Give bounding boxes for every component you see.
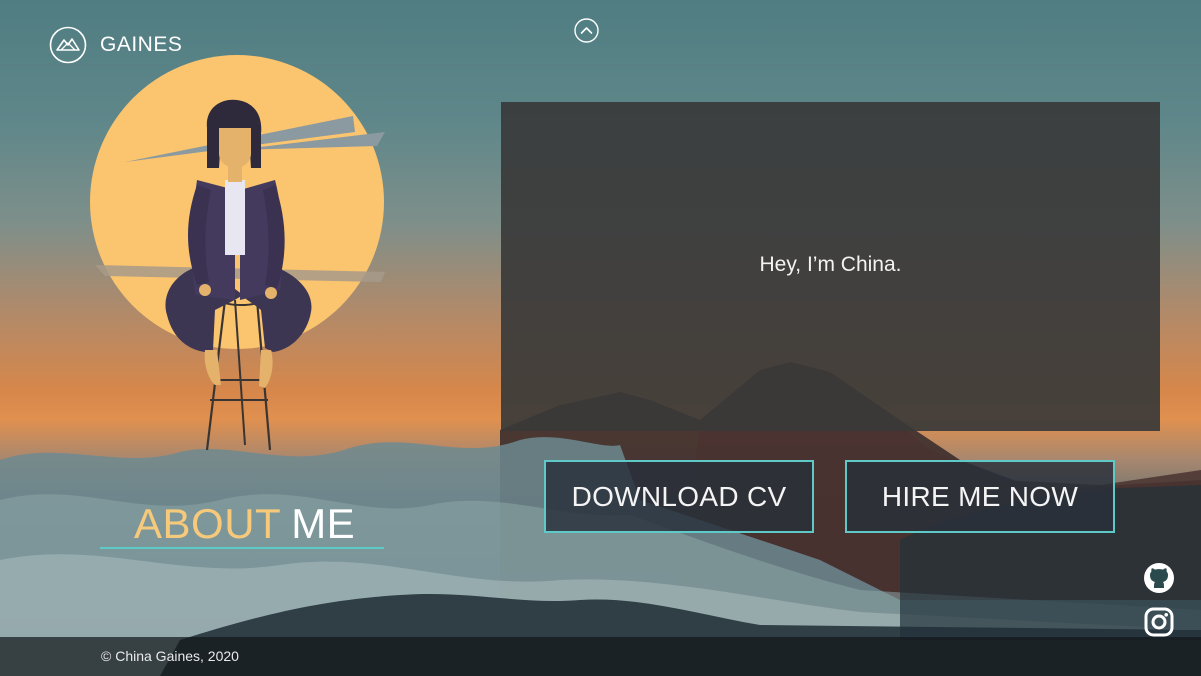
about-word: ABOUT — [134, 500, 282, 547]
about-me-heading[interactable]: ABOUT ME — [134, 500, 355, 548]
github-icon[interactable] — [1143, 562, 1175, 594]
mountain-logo-icon — [49, 26, 87, 64]
download-cv-button[interactable]: DOWNLOAD CV — [544, 460, 814, 533]
copyright-text: © China Gaines, 2020 — [101, 648, 239, 664]
chevron-up-icon[interactable] — [574, 18, 599, 43]
me-word: ME — [291, 500, 356, 547]
instagram-icon[interactable] — [1143, 606, 1175, 638]
about-underline — [100, 547, 384, 549]
woman-on-stool-illustration — [90, 55, 385, 451]
hire-me-button[interactable]: HIRE ME NOW — [845, 460, 1115, 533]
intro-card: Hey, I’m China. — [501, 102, 1160, 431]
intro-text: Hey, I’m China. — [759, 252, 902, 276]
footer: © China Gaines, 2020 — [0, 637, 1201, 676]
